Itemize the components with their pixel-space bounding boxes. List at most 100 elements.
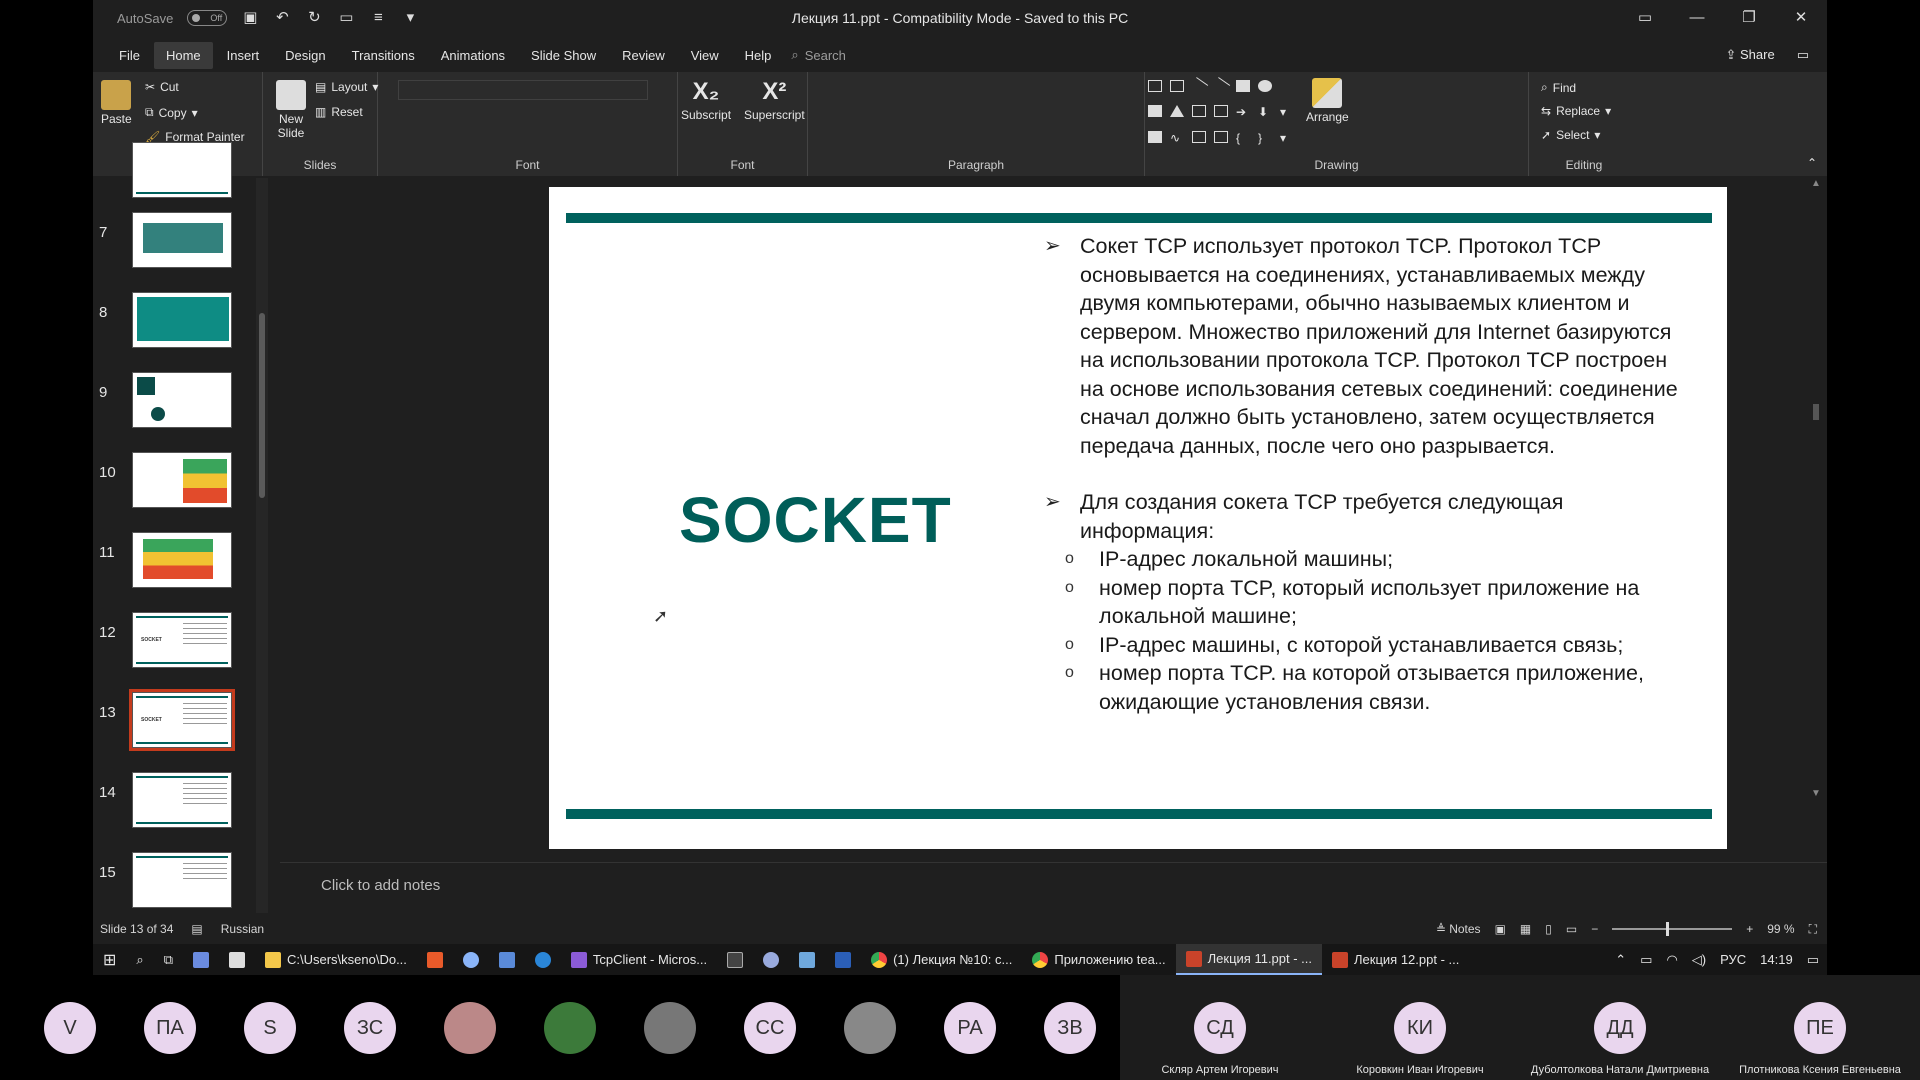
avatar[interactable]: V: [44, 1002, 96, 1054]
slide-thumbnail[interactable]: [132, 372, 232, 428]
app-icon[interactable]: [489, 944, 525, 975]
participant-tile[interactable]: ПЕ Плотникова Ксения Евгеньевна: [1720, 975, 1920, 1080]
app-icon[interactable]: [417, 944, 453, 975]
slide-thumbnail[interactable]: [132, 142, 232, 198]
scrollbar-thumb[interactable]: [259, 313, 265, 498]
subscript-button[interactable]: X₂ Subscript: [681, 78, 731, 122]
zoom-out-icon[interactable]: −: [1591, 922, 1598, 936]
redo-icon[interactable]: ↻: [305, 9, 323, 27]
save-icon[interactable]: ▣: [241, 9, 259, 27]
tab-transitions[interactable]: Transitions: [340, 42, 427, 69]
participant-tile[interactable]: КИ Коровкин Иван Игоревич: [1320, 975, 1520, 1080]
notes-button[interactable]: ≜ Notes: [1436, 922, 1481, 936]
slide-body-text[interactable]: Сокет TCP использует протокол TCP. Прото…: [1044, 232, 1694, 716]
slide-thumbnail[interactable]: [132, 532, 232, 588]
font-name-box[interactable]: [398, 80, 648, 100]
slide-thumbnail[interactable]: SOCKET: [132, 612, 232, 668]
taskbar-chrome-2[interactable]: Приложению tea...: [1022, 944, 1175, 975]
avatar-photo[interactable]: [544, 1002, 596, 1054]
word-icon[interactable]: [825, 944, 861, 975]
taskbar-chrome-1[interactable]: (1) Лекция №10: с...: [861, 944, 1022, 975]
start-icon[interactable]: ⊞: [93, 944, 126, 975]
paste-button[interactable]: Paste: [101, 80, 132, 126]
avatar[interactable]: СС: [744, 1002, 796, 1054]
input-language[interactable]: РУС: [1720, 952, 1746, 967]
avatar[interactable]: ЗВ: [1044, 1002, 1096, 1054]
superscript-button[interactable]: X² Superscript: [744, 78, 805, 122]
terminal-icon[interactable]: [717, 944, 753, 975]
autosave-toggle[interactable]: Off: [187, 10, 228, 26]
slide-thumbnail[interactable]: [132, 852, 232, 908]
app-icon[interactable]: [453, 944, 489, 975]
minimize-icon[interactable]: —: [1671, 0, 1723, 36]
app-icon[interactable]: [183, 944, 219, 975]
scrollbar-thumb[interactable]: [1813, 404, 1819, 420]
fit-slide-icon[interactable]: ⛶: [1809, 922, 1817, 937]
notes-pane[interactable]: Click to add notes: [280, 862, 1827, 904]
new-slide-button[interactable]: New Slide: [271, 80, 311, 140]
tab-insert[interactable]: Insert: [215, 42, 272, 69]
customize-toolbar-icon[interactable]: ▾: [401, 9, 419, 27]
zoom-in-icon[interactable]: +: [1746, 922, 1753, 936]
ribbon-display-icon[interactable]: ▭: [1619, 0, 1671, 36]
avatar-photo[interactable]: [444, 1002, 496, 1054]
paragraph-buttons[interactable]: [818, 80, 1128, 140]
scroll-down-icon[interactable]: ▼: [1811, 788, 1821, 799]
battery-icon[interactable]: ▭: [1640, 952, 1652, 968]
slide-thumbnail[interactable]: [132, 292, 232, 348]
taskbar-powerpoint-11[interactable]: Лекция 11.ppt - ...: [1175, 944, 1323, 975]
clock[interactable]: 14:19: [1760, 952, 1793, 967]
layout-button[interactable]: ▤ Layout ▾: [315, 80, 378, 94]
tab-view[interactable]: View: [679, 42, 731, 69]
search-icon[interactable]: ⌕: [126, 944, 153, 975]
task-view-icon[interactable]: ⧉: [154, 944, 183, 975]
arrange-button[interactable]: Arrange: [1306, 78, 1349, 124]
slide-thumbnail[interactable]: [132, 212, 232, 268]
find-button[interactable]: ⌕ Find: [1541, 80, 1576, 95]
zoom-slider[interactable]: [1612, 922, 1733, 936]
spellcheck-icon[interactable]: ▤: [191, 922, 202, 936]
avatar-photo[interactable]: [644, 1002, 696, 1054]
volume-icon[interactable]: ◁): [1692, 952, 1706, 968]
avatar[interactable]: РА: [944, 1002, 996, 1054]
avatar-photo[interactable]: [844, 1002, 896, 1054]
tab-slide-show[interactable]: Slide Show: [519, 42, 608, 69]
tray-chevron-icon[interactable]: ⌃: [1615, 952, 1626, 968]
quick-styles-disabled[interactable]: [1368, 78, 1518, 148]
tab-design[interactable]: Design: [273, 42, 337, 69]
share-button[interactable]: ⇪ Share: [1725, 47, 1774, 63]
slide-thumbnail[interactable]: [132, 772, 232, 828]
zoom-level[interactable]: 99 %: [1767, 922, 1794, 936]
tab-review[interactable]: Review: [610, 42, 677, 69]
avatar[interactable]: ЗС: [344, 1002, 396, 1054]
app-icon[interactable]: [789, 944, 825, 975]
undo-icon[interactable]: ↶: [273, 9, 291, 27]
slideshow-icon[interactable]: ▭: [1566, 922, 1577, 936]
canvas-scrollbar[interactable]: ▲ ▼: [1809, 178, 1823, 848]
slide-title[interactable]: SOCKET: [679, 483, 952, 557]
shapes-gallery[interactable]: ➔ ⬇ ▾ ∿{} ▾: [1148, 77, 1298, 150]
wifi-icon[interactable]: ◠: [1666, 952, 1677, 968]
avatar[interactable]: S: [244, 1002, 296, 1054]
slide-thumbnail-active[interactable]: SOCKET: [129, 689, 235, 751]
restore-icon[interactable]: ❐: [1723, 0, 1775, 36]
copy-button[interactable]: ⧉ Copy ▾: [145, 105, 198, 120]
taskbar-powerpoint-12[interactable]: Лекция 12.ppt - ...: [1322, 944, 1469, 975]
taskbar-explorer[interactable]: C:\Users\kseno\Do...: [255, 944, 417, 975]
comments-icon[interactable]: ▭: [1797, 47, 1809, 63]
more-commands-icon[interactable]: ≡: [369, 9, 387, 27]
scroll-up-icon[interactable]: ▲: [1811, 178, 1821, 189]
participant-tile[interactable]: СД Скляр Артем Игоревич: [1120, 975, 1320, 1080]
tab-home[interactable]: Home: [153, 41, 213, 69]
store-icon[interactable]: [219, 944, 255, 975]
reading-view-icon[interactable]: ▯: [1545, 922, 1552, 936]
taskbar-visual-studio[interactable]: TcpClient - Micros...: [561, 944, 717, 975]
notifications-icon[interactable]: ▭: [1807, 952, 1819, 968]
select-button[interactable]: ➚ Select ▾: [1541, 128, 1600, 142]
slide-sorter-icon[interactable]: ▦: [1520, 922, 1531, 936]
edge-icon[interactable]: [525, 944, 561, 975]
replace-button[interactable]: ⇆ Replace ▾: [1541, 104, 1611, 118]
tab-animations[interactable]: Animations: [429, 42, 517, 69]
collapse-ribbon-icon[interactable]: ⌃: [1807, 156, 1817, 170]
start-from-beginning-icon[interactable]: ▭: [337, 9, 355, 27]
